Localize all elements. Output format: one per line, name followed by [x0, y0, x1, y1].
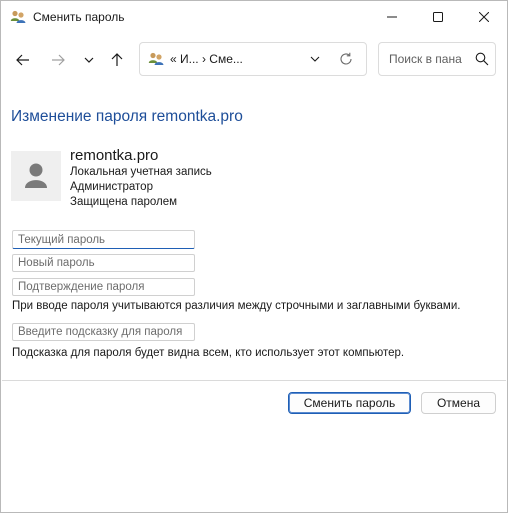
account-role: Администратор	[70, 181, 153, 193]
users-icon	[10, 9, 26, 25]
change-password-window: Сменить пароль « И... › Сме... Поиск в п…	[0, 0, 508, 513]
breadcrumb[interactable]: « И... › Сме...	[170, 52, 243, 66]
close-icon	[479, 12, 489, 22]
address-bar[interactable]: « И... › Сме...	[139, 42, 367, 76]
refresh-button[interactable]	[338, 51, 354, 67]
avatar	[11, 151, 61, 201]
arrow-right-icon	[52, 54, 65, 66]
chevron-down-icon	[84, 57, 94, 63]
title-bar: Сменить пароль	[1, 1, 507, 33]
confirm-password-field[interactable]	[12, 278, 195, 296]
minimize-icon	[387, 16, 397, 18]
page-title: Изменение пароля remontka.pro	[11, 108, 243, 125]
refresh-icon	[340, 52, 352, 65]
maximize-icon	[433, 12, 443, 22]
back-button[interactable]	[11, 48, 35, 72]
password-hint-field[interactable]	[12, 323, 195, 341]
change-password-button[interactable]: Сменить пароль	[288, 392, 411, 414]
up-button[interactable]	[105, 48, 129, 72]
account-protection: Защищена паролем	[70, 196, 178, 208]
case-sensitivity-note: При вводе пароля учитываются различия ме…	[12, 300, 461, 312]
search-box[interactable]: Поиск в пана	[378, 42, 496, 76]
address-dropdown-button[interactable]	[307, 52, 323, 66]
chevron-down-icon	[310, 56, 320, 62]
hint-visibility-note: Подсказка для пароля будет видна всем, к…	[12, 347, 405, 359]
arrow-left-icon	[16, 54, 29, 66]
search-icon[interactable]	[475, 52, 489, 66]
minimize-button[interactable]	[369, 1, 415, 33]
recent-locations-button[interactable]	[77, 48, 101, 72]
window-title: Сменить пароль	[33, 10, 125, 24]
person-icon	[25, 163, 47, 188]
cancel-button[interactable]: Отмена	[421, 392, 496, 414]
forward-button[interactable]	[46, 48, 70, 72]
search-placeholder[interactable]: Поиск в пана	[389, 52, 462, 66]
divider	[2, 380, 506, 381]
new-password-field[interactable]	[12, 254, 195, 272]
user-name: remontka.pro	[70, 147, 159, 164]
maximize-button[interactable]	[415, 1, 461, 33]
current-password-field[interactable]	[12, 230, 195, 249]
users-icon	[148, 51, 164, 67]
close-button[interactable]	[461, 1, 507, 33]
arrow-up-icon	[111, 53, 123, 66]
account-type: Локальная учетная запись	[70, 166, 212, 178]
